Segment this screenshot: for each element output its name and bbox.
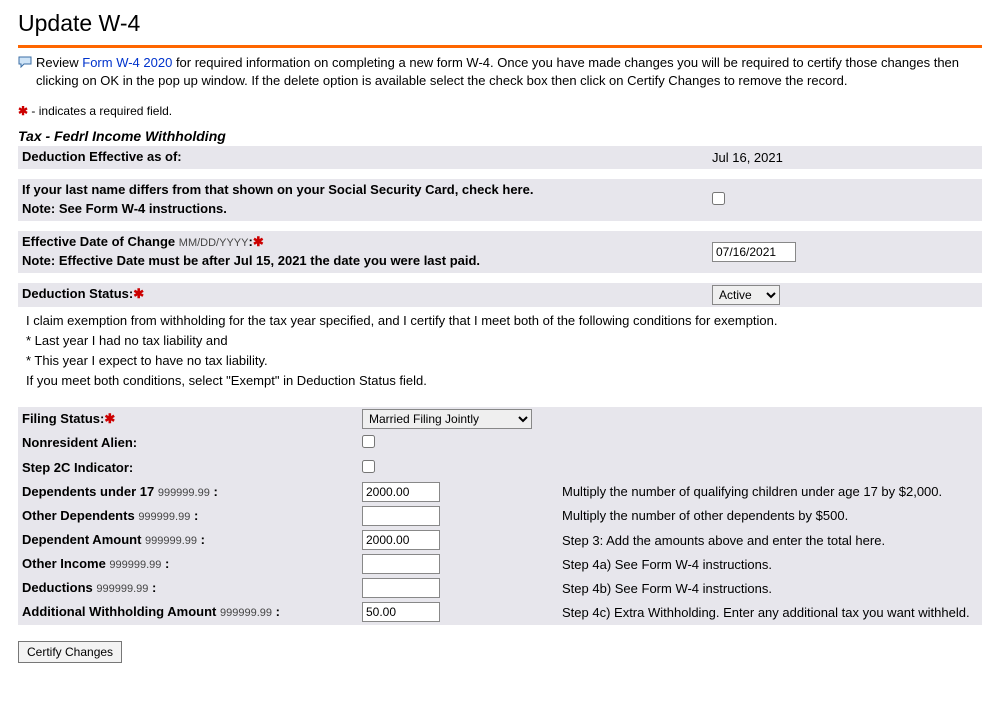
other-income-label: Other Income 999999.99 : [18,552,358,576]
other-dep-input[interactable] [362,506,440,526]
info-banner: Review Form W-4 2020 for required inform… [18,52,982,98]
dep-under17-label: Dependents under 17 999999.99 : [18,480,358,504]
filing-status-label: Filing Status:✱ [18,407,358,431]
row-effective-date: Effective Date of Change MM/DD/YYYY:✱ No… [18,231,982,273]
row-dep-under17: Dependents under 17 999999.99 : Multiply… [18,480,982,504]
exempt-line2: * Last year I had no tax liability and [26,331,974,351]
required-note-text: - indicates a required field. [28,104,172,118]
speech-bubble-icon [18,56,32,68]
step2c-label: Step 2C Indicator: [18,456,358,480]
other-income-input[interactable] [362,554,440,574]
asterisk-icon: ✱ [104,411,115,426]
asterisk-icon: ✱ [18,104,28,118]
nonresident-label: Nonresident Alien: [18,431,358,455]
lastname-diff-note: Note: See Form W-4 instructions. [22,201,227,216]
additional-input[interactable] [362,602,440,622]
row-filing-status: Filing Status:✱ SingleMarried Filing Joi… [18,407,982,431]
effective-date-hint: MM/DD/YYYY [179,237,249,249]
other-dep-label: Other Dependents 999999.99 : [18,504,358,528]
deductions-input[interactable] [362,578,440,598]
dep-amount-help: Step 3: Add the amounts above and enter … [558,531,982,550]
exempt-line3: * This year I expect to have no tax liab… [26,351,974,371]
deduction-status-select[interactable]: ActiveExempt [712,285,780,305]
deduction-status-label: Deduction Status:✱ [18,283,708,306]
lastname-diff-main: If your last name differs from that show… [22,182,533,197]
asterisk-icon: ✱ [133,286,144,301]
step2c-checkbox[interactable] [362,460,375,473]
row-lastname-diff: If your last name differs from that show… [18,179,982,221]
row-other-income: Other Income 999999.99 : Step 4a) See Fo… [18,552,982,576]
dep-under17-help: Multiply the number of qualifying childr… [558,482,982,501]
row-nonresident: Nonresident Alien: [18,431,982,455]
other-dep-help: Multiply the number of other dependents … [558,506,982,525]
row-other-dep: Other Dependents 999999.99 : Multiply th… [18,504,982,528]
form-w4-link[interactable]: Form W-4 2020 [82,55,172,70]
other-income-help: Step 4a) See Form W-4 instructions. [558,555,982,574]
dep-amount-input[interactable] [362,530,440,550]
dep-under17-input[interactable] [362,482,440,502]
deduction-effective-value: Jul 16, 2021 [708,148,1000,167]
info-banner-text: Review Form W-4 2020 for required inform… [36,54,982,90]
required-note: ✱ - indicates a required field. [18,104,982,118]
filing-status-select[interactable]: SingleMarried Filing JointlyHead of Hous… [362,409,532,429]
divider-orange [18,45,982,48]
banner-suffix: for required information on completing a… [36,55,959,88]
dep-amount-label: Dependent Amount 999999.99 : [18,528,358,552]
deductions-help: Step 4b) See Form W-4 instructions. [558,579,982,598]
row-deduction-effective: Deduction Effective as of: Jul 16, 2021 [18,146,982,169]
effective-date-label: Effective Date of Change MM/DD/YYYY:✱ No… [18,231,708,273]
row-deduction-status: Deduction Status:✱ ActiveExempt [18,283,982,307]
exempt-line1: I claim exemption from withholding for t… [26,311,974,331]
row-deductions: Deductions 999999.99 : Step 4b) See Form… [18,576,982,600]
row-additional: Additional Withholding Amount 999999.99 … [18,600,982,624]
deductions-label: Deductions 999999.99 : [18,576,358,600]
lastname-diff-label: If your last name differs from that show… [18,179,708,221]
filing-status-text: Filing Status: [22,411,104,426]
effective-date-note: Note: Effective Date must be after Jul 1… [22,253,480,268]
row-dep-amount: Dependent Amount 999999.99 : Step 3: Add… [18,528,982,552]
asterisk-icon: ✱ [253,234,264,249]
exempt-line4: If you meet both conditions, select "Exe… [26,371,974,391]
effective-date-input[interactable] [712,242,796,262]
additional-label: Additional Withholding Amount 999999.99 … [18,600,358,624]
page-title: Update W-4 [18,10,982,37]
nonresident-checkbox[interactable] [362,435,375,448]
banner-prefix: Review [36,55,82,70]
row-step2c: Step 2C Indicator: [18,456,982,480]
deduction-effective-label: Deduction Effective as of: [18,146,708,169]
exempt-block: I claim exemption from withholding for t… [18,307,982,398]
certify-changes-button[interactable]: Certify Changes [18,641,122,663]
effective-date-main: Effective Date of Change [22,234,175,249]
additional-help: Step 4c) Extra Withholding. Enter any ad… [558,603,982,622]
deduction-status-text: Deduction Status: [22,286,133,301]
section-title: Tax - Fedrl Income Withholding [18,128,982,144]
lastname-diff-checkbox[interactable] [712,192,725,205]
